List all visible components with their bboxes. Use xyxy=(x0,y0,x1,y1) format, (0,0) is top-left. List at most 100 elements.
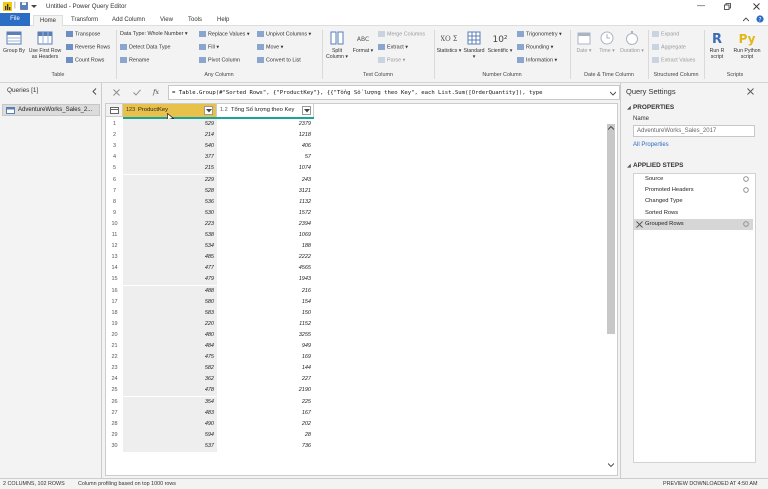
row-number[interactable]: 9 xyxy=(106,210,123,216)
query-name-input[interactable]: AdventureWorks_Sales_2017 xyxy=(633,125,755,137)
cell-tong-so-luong[interactable]: 216 xyxy=(217,286,314,297)
table-row[interactable]: 17 580 154 xyxy=(106,296,316,308)
row-number[interactable]: 18 xyxy=(106,310,123,316)
commit-formula-icon[interactable] xyxy=(133,89,141,96)
row-number[interactable]: 2 xyxy=(106,132,123,138)
table-row[interactable]: 25 478 2190 xyxy=(106,385,316,397)
cell-productkey[interactable]: 475 xyxy=(123,352,217,364)
cell-tong-so-luong[interactable]: 1152 xyxy=(217,319,314,330)
delete-step-icon[interactable] xyxy=(636,221,643,228)
all-properties-link[interactable]: All Properties xyxy=(633,142,669,148)
run-r-script-button[interactable]: R Run R script xyxy=(706,30,728,60)
duration-button[interactable]: Duration ▾ xyxy=(619,30,645,54)
row-number[interactable]: 27 xyxy=(106,410,123,416)
tab-file[interactable]: File xyxy=(0,13,30,26)
cell-productkey[interactable]: 362 xyxy=(123,374,217,386)
cell-tong-so-luong[interactable]: 736 xyxy=(217,441,314,452)
table-row[interactable]: 12 534 188 xyxy=(106,241,316,253)
table-row[interactable]: 26 354 225 xyxy=(106,396,316,408)
trigonometry-button[interactable]: Trigonometry ▾ xyxy=(517,31,562,37)
decimal-type-icon[interactable]: 1.2 xyxy=(220,107,228,113)
cell-tong-so-luong[interactable]: 227 xyxy=(217,374,314,385)
row-number[interactable]: 6 xyxy=(106,177,123,183)
cell-productkey[interactable]: 540 xyxy=(123,141,217,153)
table-row[interactable]: 24 362 227 xyxy=(106,374,316,386)
information-button[interactable]: Information ▾ xyxy=(517,57,557,63)
table-row[interactable]: 15 479 1943 xyxy=(106,274,316,286)
cell-productkey[interactable]: 530 xyxy=(123,207,217,219)
cell-productkey[interactable]: 220 xyxy=(123,318,217,330)
tab-transform[interactable]: Transform xyxy=(65,15,104,26)
table-row[interactable]: 21 484 949 xyxy=(106,341,316,353)
save-icon[interactable] xyxy=(20,2,28,10)
cell-productkey[interactable]: 536 xyxy=(123,196,217,208)
fill-button[interactable]: Fill ▾ xyxy=(199,44,219,50)
row-number[interactable]: 8 xyxy=(106,199,123,205)
run-python-script-button[interactable]: Py Run Python script xyxy=(729,30,765,60)
cell-productkey[interactable]: 478 xyxy=(123,385,217,397)
cancel-formula-icon[interactable] xyxy=(113,89,120,96)
table-row[interactable]: 4 377 57 xyxy=(106,152,316,164)
table-row[interactable]: 27 483 167 xyxy=(106,407,316,419)
collapse-ribbon-icon[interactable] xyxy=(743,17,749,22)
standard-button[interactable]: Standard ▾ xyxy=(462,30,486,60)
cell-tong-so-luong[interactable]: 225 xyxy=(217,397,314,408)
tab-tools[interactable]: Tools xyxy=(182,15,208,26)
table-row[interactable]: 1 529 2379 xyxy=(106,119,316,131)
row-number[interactable]: 28 xyxy=(106,421,123,427)
cell-productkey[interactable]: 223 xyxy=(123,218,217,230)
table-row[interactable]: 18 583 150 xyxy=(106,307,316,319)
cell-tong-so-luong[interactable]: 2190 xyxy=(217,385,314,396)
row-number[interactable]: 5 xyxy=(106,165,123,171)
row-number[interactable]: 16 xyxy=(106,288,123,294)
cell-tong-so-luong[interactable]: 169 xyxy=(217,352,314,363)
merge-columns-button[interactable]: Merge Columns xyxy=(378,31,425,37)
row-number[interactable]: 10 xyxy=(106,221,123,227)
row-number[interactable]: 26 xyxy=(106,399,123,405)
table-row[interactable]: 13 485 2222 xyxy=(106,252,316,264)
vertical-scrollbar-thumb[interactable] xyxy=(607,124,615,334)
cell-productkey[interactable]: 490 xyxy=(123,418,217,430)
cell-tong-so-luong[interactable]: 188 xyxy=(217,241,314,252)
expand-button[interactable]: Expand xyxy=(652,31,679,37)
table-row[interactable]: 7 528 3121 xyxy=(106,185,316,197)
table-row[interactable]: 29 594 28 xyxy=(106,429,316,441)
row-number[interactable]: 12 xyxy=(106,243,123,249)
row-number[interactable]: 25 xyxy=(106,387,123,393)
row-number[interactable]: 14 xyxy=(106,265,123,271)
tab-view[interactable]: View xyxy=(154,15,179,26)
close-settings-icon[interactable] xyxy=(747,88,754,95)
data-type-dropdown[interactable]: Data Type: Whole Number ▾ xyxy=(120,31,188,37)
count-rows-button[interactable]: Count Rows xyxy=(66,57,104,63)
cell-productkey[interactable]: 215 xyxy=(123,163,217,175)
cell-tong-so-luong[interactable]: 2222 xyxy=(217,252,314,263)
cell-productkey[interactable]: 582 xyxy=(123,363,217,375)
statistics-button[interactable]: XO Σ Statistics ▾ xyxy=(436,30,462,54)
cell-tong-so-luong[interactable]: 949 xyxy=(217,341,314,352)
whole-number-type-icon[interactable]: 123 xyxy=(126,107,135,113)
cell-productkey[interactable]: 477 xyxy=(123,263,217,275)
row-number[interactable]: 19 xyxy=(106,321,123,327)
table-row[interactable]: 28 490 202 xyxy=(106,418,316,430)
step-source[interactable]: Source xyxy=(633,174,753,185)
convert-to-list-button[interactable]: Convert to List xyxy=(257,57,301,63)
column-filter-button[interactable] xyxy=(302,106,311,115)
cell-productkey[interactable]: 485 xyxy=(123,252,217,264)
step-changed-type[interactable]: Changed Type xyxy=(633,196,753,207)
extract-button[interactable]: Extract ▾ xyxy=(378,44,408,50)
tab-home[interactable]: Home xyxy=(33,15,64,26)
first-row-headers-button[interactable]: Use First Row as Headers xyxy=(27,30,63,60)
table-row[interactable]: 8 536 1132 xyxy=(106,196,316,208)
cell-productkey[interactable]: 583 xyxy=(123,307,217,319)
cell-productkey[interactable]: 479 xyxy=(123,274,217,286)
help-icon[interactable]: ? xyxy=(756,15,764,23)
tab-add-column[interactable]: Add Column xyxy=(106,15,151,26)
row-number[interactable]: 23 xyxy=(106,365,123,371)
column-profiling-status[interactable]: Column profiling based on top 1000 rows xyxy=(78,481,176,487)
move-button[interactable]: Move ▾ xyxy=(257,44,283,50)
unpivot-columns-button[interactable]: Unpivot Columns ▾ xyxy=(257,31,311,37)
cell-productkey[interactable]: 580 xyxy=(123,296,217,308)
replace-values-button[interactable]: Replace Values ▾ xyxy=(199,31,250,37)
reverse-rows-button[interactable]: Reverse Rows xyxy=(66,44,110,50)
split-column-button[interactable]: Split Column ▾ xyxy=(325,30,349,60)
